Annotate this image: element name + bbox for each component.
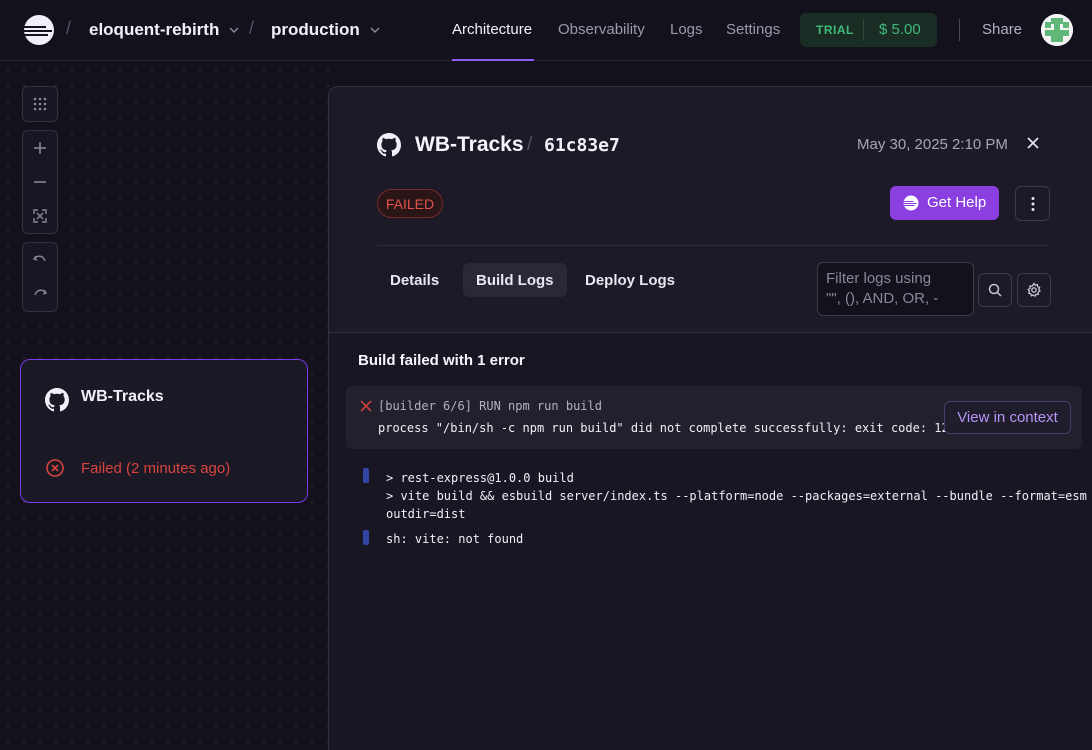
service-card-name: WB-Tracks xyxy=(81,388,164,405)
commit-hash[interactable]: 61c83e7 xyxy=(544,135,620,156)
share-button[interactable]: Share xyxy=(982,21,1022,38)
zoom-in-button[interactable] xyxy=(23,131,57,165)
log-filter-input[interactable]: Filter logs using "", (), AND, OR, - xyxy=(817,262,974,316)
log-settings-button[interactable] xyxy=(1017,273,1051,307)
title-separator: / xyxy=(527,134,533,155)
fit-screen-icon xyxy=(33,209,47,223)
environment-selector[interactable]: production xyxy=(271,20,380,40)
canvas-toolgroup-zoom xyxy=(22,130,58,234)
service-title: WB-Tracks xyxy=(415,133,524,156)
nav-observability[interactable]: Observability xyxy=(558,21,645,38)
view-in-context-button[interactable]: View in context xyxy=(944,401,1071,434)
divider xyxy=(959,19,960,41)
chevron-down-icon xyxy=(370,27,380,34)
grid-icon xyxy=(33,97,47,111)
log-line-marker xyxy=(363,530,369,545)
project-name: eloquent-rebirth xyxy=(89,20,220,39)
log-line-marker xyxy=(363,468,369,483)
canvas-toolgroup-history xyxy=(22,242,58,312)
breadcrumb-separator: / xyxy=(249,18,255,38)
search-button[interactable] xyxy=(978,273,1012,307)
trial-credits-badge[interactable]: TRIAL $ 5.00 xyxy=(800,13,937,47)
nav-architecture[interactable]: Architecture xyxy=(452,21,532,38)
github-icon xyxy=(45,388,69,412)
project-selector[interactable]: eloquent-rebirth xyxy=(89,20,239,40)
nav-settings[interactable]: Settings xyxy=(726,21,780,38)
error-circle-icon xyxy=(46,459,64,477)
build-error-box: [builder 6/6] RUN npm run build process … xyxy=(346,386,1082,449)
status-badge: FAILED xyxy=(377,189,443,218)
active-nav-indicator xyxy=(452,59,534,61)
trial-divider xyxy=(863,19,864,41)
redo-button[interactable] xyxy=(23,277,57,311)
railway-logo-icon[interactable] xyxy=(22,14,56,46)
undo-icon xyxy=(32,255,46,262)
undo-button[interactable] xyxy=(23,243,57,277)
avatar-identicon-icon xyxy=(1041,14,1073,46)
trial-label: TRIAL xyxy=(816,23,854,37)
tab-build-logs[interactable]: Build Logs xyxy=(463,263,567,297)
gear-icon xyxy=(1027,282,1041,298)
user-avatar[interactable] xyxy=(1041,14,1073,46)
tab-deploy-logs[interactable]: Deploy Logs xyxy=(572,263,688,297)
log-line: > vite build && esbuild server/index.ts … xyxy=(386,489,1092,503)
more-options-button[interactable] xyxy=(1015,186,1050,221)
fit-screen-button[interactable] xyxy=(23,199,57,233)
breadcrumb-separator: / xyxy=(66,18,72,38)
chevron-down-icon xyxy=(229,27,239,34)
filter-placeholder-line2: "", (), AND, OR, - xyxy=(826,290,939,307)
log-line: outdir=dist xyxy=(386,507,466,521)
error-message: process "/bin/sh -c npm run build" did n… xyxy=(378,421,956,435)
deployment-panel-header: WB-Tracks / 61c83e7 May 30, 2025 2:10 PM… xyxy=(329,87,1092,333)
redo-icon xyxy=(34,289,48,296)
environment-name: production xyxy=(271,20,360,39)
build-error-heading: Build failed with 1 error xyxy=(358,352,525,369)
tab-details[interactable]: Details xyxy=(377,263,452,297)
zoom-in-icon xyxy=(34,142,46,154)
divider xyxy=(377,245,1050,246)
zoom-out-icon xyxy=(34,181,46,183)
filter-placeholder-line1: Filter logs using xyxy=(826,270,932,287)
top-navigation-bar: / eloquent-rebirth / production Architec… xyxy=(0,0,1092,61)
trial-amount: $ 5.00 xyxy=(879,21,921,38)
canvas-toolgroup-layout xyxy=(22,86,58,122)
vertical-dots-icon xyxy=(1031,196,1034,211)
close-icon[interactable] xyxy=(1025,135,1041,151)
search-icon xyxy=(988,283,1002,297)
grid-button[interactable] xyxy=(23,87,57,121)
zoom-out-button[interactable] xyxy=(23,165,57,199)
get-help-button[interactable]: Get Help xyxy=(890,186,999,220)
service-card-status: Failed (2 minutes ago) xyxy=(81,460,231,477)
deployment-date: May 30, 2025 2:10 PM xyxy=(857,136,1008,153)
railway-logo-icon xyxy=(903,195,919,211)
service-card[interactable]: WB-Tracks Failed (2 minutes ago) xyxy=(20,359,308,503)
log-line: > rest-express@1.0.0 build xyxy=(386,471,574,485)
log-line: sh: vite: not found xyxy=(386,532,524,546)
error-step: [builder 6/6] RUN npm run build xyxy=(378,399,602,413)
github-icon xyxy=(377,133,401,157)
get-help-label: Get Help xyxy=(927,194,987,211)
nav-logs[interactable]: Logs xyxy=(670,21,703,38)
close-icon xyxy=(360,400,372,412)
deployment-panel: WB-Tracks / 61c83e7 May 30, 2025 2:10 PM… xyxy=(328,86,1092,750)
